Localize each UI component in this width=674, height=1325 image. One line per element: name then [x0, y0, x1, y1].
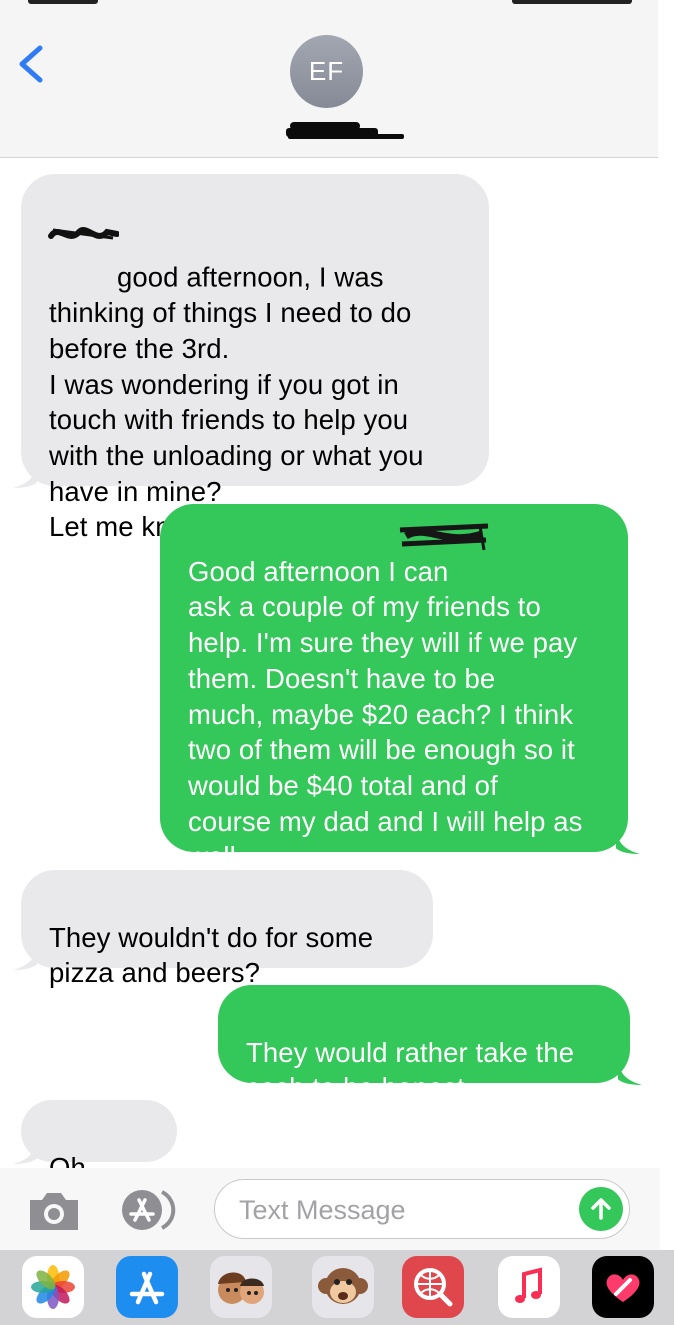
message-input[interactable]	[237, 1180, 571, 1240]
bubble-tail	[13, 464, 37, 488]
photos-icon	[31, 1265, 75, 1309]
contact-name-redacted[interactable]	[286, 118, 406, 144]
conversation-header: EF	[0, 0, 658, 158]
bubble-tail	[13, 1140, 37, 1164]
digital-touch-icon	[606, 1274, 640, 1302]
message-text: good afternoon, I was thinking of things…	[49, 261, 424, 543]
message-field[interactable]	[214, 1179, 630, 1240]
animoji-monkey-icon	[318, 1268, 368, 1304]
camera-button[interactable]	[26, 1188, 82, 1234]
photos-app-button[interactable]	[22, 1256, 84, 1318]
music-app-button[interactable]	[498, 1256, 560, 1318]
status-bar-time	[28, 0, 98, 4]
memoji-icon	[218, 1272, 264, 1304]
incoming-message-bubble[interactable]: They wouldn't do for some pizza and beer…	[21, 870, 433, 988]
music-icon	[515, 1267, 542, 1303]
app-store-icon	[129, 1271, 165, 1305]
camera-icon	[30, 1193, 78, 1230]
message-text: They would rather take the cash to be ho…	[246, 1036, 575, 1104]
animoji-app-button[interactable]	[312, 1256, 374, 1318]
digital-touch-app-button[interactable]	[592, 1256, 654, 1318]
incoming-message-bubble[interactable]: good afternoon, I was thinking of things…	[21, 174, 489, 542]
memoji-app-button[interactable]	[210, 1256, 272, 1318]
bubble-tail	[618, 1061, 642, 1085]
contact-avatar[interactable]: EF	[290, 35, 363, 108]
back-button[interactable]	[14, 42, 48, 86]
status-bar	[0, 0, 674, 10]
message-text: Good afternoon I can ask a couple of my …	[188, 555, 583, 873]
chevron-left-icon	[19, 45, 43, 83]
app-store-app-button[interactable]	[116, 1256, 178, 1318]
status-bar-indicators	[512, 0, 632, 4]
apps-button[interactable]	[118, 1186, 186, 1234]
message-text: They wouldn't do for some pizza and beer…	[49, 921, 374, 989]
send-button[interactable]	[579, 1187, 623, 1231]
web-search-app-button[interactable]	[402, 1256, 464, 1318]
outgoing-message-bubble[interactable]: They would rather take the cash to be ho…	[218, 985, 630, 1103]
web-search-icon	[414, 1268, 453, 1307]
bubble-tail	[616, 830, 640, 854]
bubble-tail	[13, 946, 37, 970]
avatar-initials: EF	[308, 56, 345, 86]
redacted-name-scribble	[396, 520, 494, 552]
app-store-icon	[122, 1190, 176, 1230]
arrow-up-icon	[591, 1198, 611, 1220]
incoming-message-bubble[interactable]: Oh okay	[21, 1100, 177, 1218]
outgoing-message-bubble[interactable]: Good afternoon I can ask a couple of my …	[160, 504, 628, 872]
redacted-name-scribble	[48, 224, 119, 244]
